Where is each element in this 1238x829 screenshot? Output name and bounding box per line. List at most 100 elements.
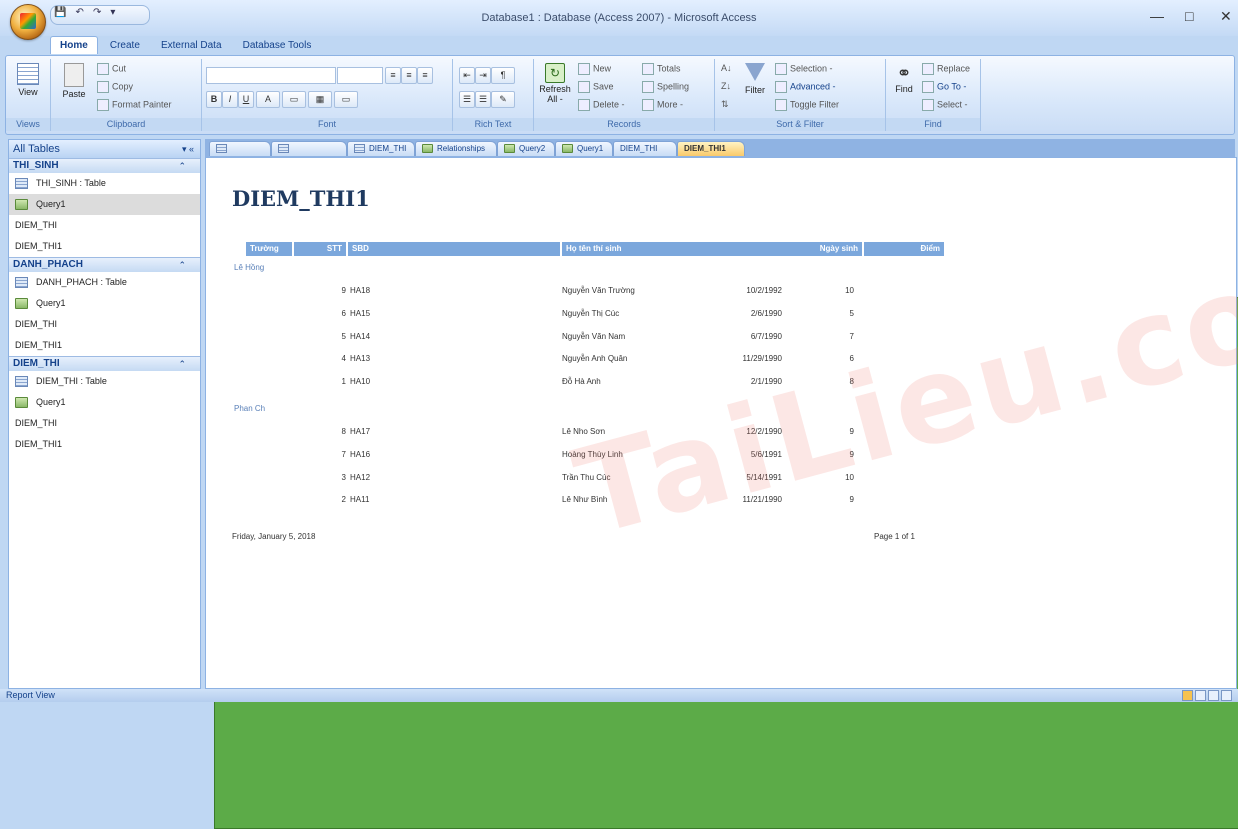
- format-painter-button[interactable]: Format Painter: [97, 99, 172, 111]
- paste-button[interactable]: Paste: [57, 63, 91, 99]
- clear-sort-icon[interactable]: ⇅: [721, 99, 729, 110]
- cut-button[interactable]: Cut: [97, 63, 126, 75]
- report-footer-date: Friday, January 5, 2018: [232, 532, 316, 541]
- doc-tab[interactable]: Query1: [555, 141, 613, 156]
- doc-tab-label: DIEM_THI: [369, 144, 407, 153]
- font-size-combo[interactable]: [337, 67, 383, 84]
- tab-database-tools[interactable]: Database Tools: [234, 37, 321, 54]
- nav-item[interactable]: DIEM_THI 1: [9, 297, 1238, 829]
- nav-item[interactable]: DIEM_THI 1: [9, 297, 1238, 829]
- nav-group-title: DIEM_THI: [13, 358, 60, 369]
- nav-group-header[interactable]: THI_SINH ⌃: [9, 158, 200, 173]
- print-preview-icon[interactable]: [1195, 690, 1206, 701]
- underline-icon[interactable]: U: [238, 91, 254, 108]
- table-icon: [15, 277, 28, 289]
- goto-button[interactable]: Go To -: [922, 81, 966, 93]
- binoculars-icon: ⚭: [896, 63, 912, 83]
- indent-decrease-icon[interactable]: ⇤: [459, 67, 475, 84]
- report-view-icon[interactable]: [1182, 690, 1193, 701]
- tab-home[interactable]: Home: [50, 36, 98, 54]
- report-cell-score: 9: [849, 449, 854, 459]
- nav-item[interactable]: DANH_PHACH : Table: [9, 272, 200, 293]
- spelling-button[interactable]: Spelling: [642, 81, 689, 93]
- tab-create[interactable]: Create: [101, 37, 149, 54]
- ribbon-tabs: Home Create External Data Database Tools: [50, 36, 320, 56]
- chevron-up-icon[interactable]: ⌃: [178, 159, 186, 173]
- align-left-icon[interactable]: ≡: [385, 67, 401, 84]
- indent-increase-icon[interactable]: ⇥: [475, 67, 491, 84]
- doc-tab[interactable]: Relationships: [415, 141, 497, 156]
- nav-item[interactable]: Query1: [9, 293, 200, 314]
- doc-tab[interactable]: DANH_PHACH: [271, 141, 347, 167]
- view-button[interactable]: View: [14, 63, 42, 97]
- bullets-icon[interactable]: ☰: [459, 91, 475, 108]
- doc-tab[interactable]: Query2: [497, 141, 555, 156]
- nav-item[interactable]: DIEM_THI : Table: [9, 371, 200, 392]
- toggle-filter-button[interactable]: Toggle Filter: [775, 99, 839, 111]
- delete-record-button[interactable]: Delete -: [578, 99, 625, 111]
- numbering-icon[interactable]: ☰: [475, 91, 491, 108]
- more-button[interactable]: More -: [642, 99, 683, 111]
- font-name-combo[interactable]: [206, 67, 336, 84]
- copy-button[interactable]: Copy: [97, 81, 133, 93]
- nav-item[interactable]: DIEM_THI 1: [9, 236, 1238, 829]
- nav-item[interactable]: DIEM_THI: [9, 297, 1238, 829]
- chevron-up-icon[interactable]: ⌃: [178, 258, 186, 272]
- selection-button[interactable]: Selection -: [775, 63, 833, 75]
- table-icon: [354, 144, 365, 154]
- rich-text-group-label: Rich Text: [453, 118, 533, 131]
- align-right-icon[interactable]: ≡: [417, 67, 433, 84]
- italic-icon[interactable]: I: [222, 91, 238, 108]
- align-center-icon[interactable]: ≡: [401, 67, 417, 84]
- doc-tab-label: DIEM_THI: [620, 144, 658, 153]
- paragraph-icon[interactable]: ¶: [491, 67, 515, 84]
- doc-tab[interactable]: THI_SINH: [209, 141, 271, 167]
- chevron-up-icon[interactable]: ⌃: [178, 357, 186, 371]
- nav-group-header[interactable]: DIEM_THI ⌃: [9, 356, 200, 371]
- replace-button[interactable]: Replace: [922, 63, 970, 75]
- nav-pane-controls-icon[interactable]: ▾ «: [182, 140, 194, 158]
- nav-pane-header[interactable]: All Tables ▾ «: [9, 140, 200, 158]
- nav-group-title: THI_SINH: [13, 160, 59, 171]
- nav-item[interactable]: DIEM_THI: [9, 215, 1238, 829]
- doc-tab[interactable]: DIEM_THI1: [677, 141, 894, 308]
- report-cell-score: 9: [849, 427, 854, 436]
- bold-icon[interactable]: B: [206, 91, 222, 108]
- alt-row-color-icon[interactable]: ▭: [334, 91, 358, 108]
- refresh-all-button[interactable]: ↻ Refresh All -: [538, 63, 572, 104]
- font-color-icon[interactable]: A: [256, 91, 280, 108]
- sort-asc-icon[interactable]: A↓: [721, 63, 732, 73]
- nav-item[interactable]: Query1: [9, 392, 200, 413]
- doc-tab-label: DIEM_THI1: [684, 144, 726, 153]
- find-button[interactable]: ⚭ Find: [890, 63, 918, 94]
- nav-item[interactable]: DIEM_THI: [9, 297, 1238, 829]
- filter-button[interactable]: Filter: [741, 63, 769, 95]
- report-cell-sbd: HA13: [350, 354, 371, 364]
- tab-external-data[interactable]: External Data: [152, 37, 231, 54]
- layout-view-icon[interactable]: [1208, 690, 1219, 701]
- nav-group-header[interactable]: DANH_PHACH ⌃: [9, 257, 200, 272]
- gridlines-icon[interactable]: ▦: [308, 91, 332, 108]
- doc-tab[interactable]: DIEM_THI: [613, 141, 830, 308]
- totals-button[interactable]: Totals: [642, 63, 681, 75]
- design-view-icon[interactable]: [1221, 690, 1232, 701]
- nav-item[interactable]: THI_SINH : Table: [9, 173, 200, 194]
- brush-icon: [97, 99, 109, 111]
- highlight-icon[interactable]: ✎: [491, 91, 515, 108]
- report-cell-name: Đỗ Hà Anh: [562, 377, 601, 387]
- fill-color-icon[interactable]: ▭: [282, 91, 306, 108]
- maximize-button[interactable]: □: [1185, 8, 1193, 24]
- new-record-button[interactable]: New: [578, 63, 611, 75]
- save-record-button[interactable]: Save: [578, 81, 614, 93]
- sort-desc-icon[interactable]: Z↓: [721, 81, 731, 91]
- minimize-button[interactable]: —: [1150, 8, 1164, 24]
- status-bar: Report View: [0, 689, 1238, 702]
- close-button[interactable]: ✕: [1220, 8, 1232, 25]
- col-name: Họ tên thí sinh: [562, 242, 772, 256]
- select-button[interactable]: Select -: [922, 99, 968, 111]
- doc-tab[interactable]: DIEM_THI: [347, 141, 415, 156]
- office-button[interactable]: [10, 4, 46, 40]
- advanced-button[interactable]: Advanced -: [775, 81, 836, 93]
- nav-item[interactable]: Query1: [9, 194, 200, 215]
- funnel-icon: [745, 63, 765, 81]
